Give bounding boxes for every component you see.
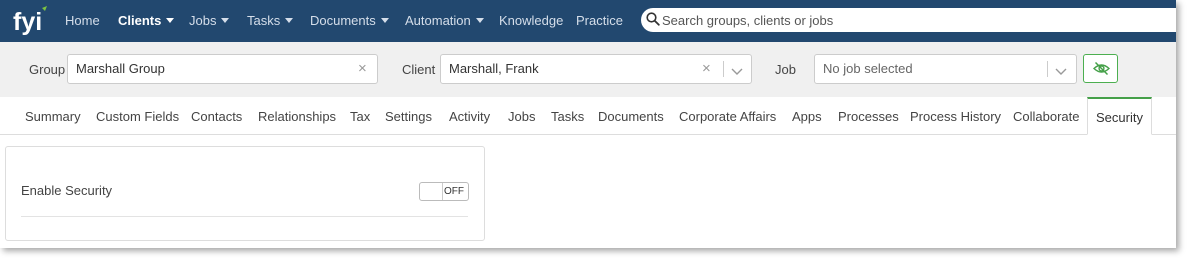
top-nav-bar: fyi Home Clients Jobs Tasks Documents Au… [0,0,1176,42]
group-select[interactable]: Marshall Group × [67,54,378,84]
nav-knowledge-label: Knowledge [499,13,564,28]
tab-process-history[interactable]: Process History [910,97,1001,134]
security-panel: Enable Security OFF [5,146,485,241]
tab-custom-fields[interactable]: Custom Fields [96,97,179,134]
nav-tasks-label: Tasks [247,13,281,28]
nav-jobs-label: Jobs [189,13,217,28]
divider [21,216,468,217]
tab-processes[interactable]: Processes [838,97,899,134]
clear-client-icon[interactable]: × [702,55,711,83]
nav-clients[interactable]: Clients [118,0,175,42]
nav-clients-label: Clients [118,13,162,28]
nav-automation-label: Automation [405,13,471,28]
job-label: Job [775,62,796,77]
group-label: Group [29,62,66,77]
search-icon [646,12,660,31]
nav-practice[interactable]: Practice [576,0,623,42]
chevron-down-icon [221,18,230,24]
tab-activity[interactable]: Activity [449,97,490,134]
chevron-down-icon[interactable] [1055,64,1067,79]
tab-summary[interactable]: Summary [25,97,81,134]
tab-relationships[interactable]: Relationships [258,97,336,134]
chevron-down-icon[interactable] [731,64,743,79]
group-value: Marshall Group [76,61,165,76]
select-separator [723,61,724,77]
tab-corporate-affairs[interactable]: Corporate Affairs [679,97,776,134]
job-select[interactable]: No job selected [814,54,1077,84]
search-input[interactable] [662,10,1162,30]
toggle-state-text: OFF [444,186,464,197]
client-value: Marshall, Frank [449,61,539,76]
client-tabs: Summary Custom Fields Contacts Relations… [0,97,1176,135]
svg-text:fyi: fyi [13,8,42,36]
tab-contacts[interactable]: Contacts [191,97,242,134]
client-label: Client [402,62,436,77]
job-value: No job selected [823,61,913,76]
chevron-down-icon [285,18,294,24]
tab-apps[interactable]: Apps [792,97,822,134]
tab-tasks[interactable]: Tasks [551,97,584,134]
nav-practice-label: Practice [576,13,623,28]
tab-settings[interactable]: Settings [385,97,432,134]
nav-tasks[interactable]: Tasks [247,0,294,42]
client-select[interactable]: Marshall, Frank × [440,54,752,84]
tab-collaborate[interactable]: Collaborate [1013,97,1080,134]
chevron-down-icon [475,18,484,24]
toggle-visibility-button[interactable] [1083,54,1118,83]
app-window: fyi Home Clients Jobs Tasks Documents Au… [0,0,1176,248]
tab-tax[interactable]: Tax [350,97,370,134]
nav-jobs[interactable]: Jobs [189,0,230,42]
nav-documents-label: Documents [310,13,376,28]
tab-documents[interactable]: Documents [598,97,664,134]
tab-security[interactable]: Security [1087,97,1152,135]
select-separator [1047,61,1048,77]
global-search[interactable] [641,8,1176,32]
nav-home[interactable]: Home [65,0,100,42]
enable-security-label: Enable Security [21,183,113,198]
chevron-down-icon [380,18,389,24]
security-content: Enable Security OFF [0,135,1176,248]
tab-jobs[interactable]: Jobs [508,97,535,134]
enable-security-toggle[interactable]: OFF [419,182,469,201]
nav-knowledge[interactable]: Knowledge [499,0,563,42]
fyi-logo[interactable]: fyi [12,5,52,37]
toggle-knob [420,183,443,200]
nav-automation[interactable]: Automation [405,0,484,42]
context-selector-bar: Group Marshall Group × Client Marshall, … [0,42,1176,97]
clear-group-icon[interactable]: × [358,55,367,83]
nav-documents[interactable]: Documents [310,0,389,42]
chevron-down-icon [166,18,175,24]
nav-home-label: Home [65,13,100,28]
